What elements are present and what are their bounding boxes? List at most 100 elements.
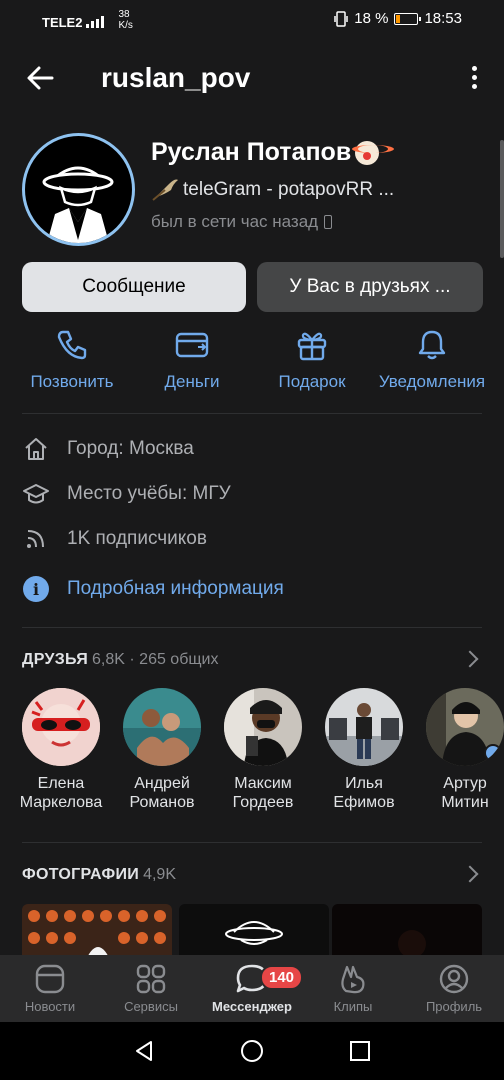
money-label: Деньги: [164, 372, 220, 391]
page-title: ruslan_pov: [101, 62, 251, 93]
status-left: TELE2 38 K/s: [42, 9, 133, 33]
tab-clips[interactable]: Клипы: [303, 963, 403, 1014]
system-recents-icon[interactable]: [348, 1039, 372, 1063]
speed-value: 38: [118, 9, 130, 20]
friend-first-name: Артур: [443, 775, 487, 792]
profile-name-text: Руслан Потапов: [151, 138, 352, 166]
tab-messenger-label: Мессенджер: [212, 999, 292, 1014]
friend-item[interactable]: Максим Гордеев: [213, 688, 313, 812]
battery-percent: 18 %: [354, 10, 389, 27]
school-text: Место учёбы: МГУ: [67, 483, 231, 504]
friend-last-name: Гордеев: [232, 794, 294, 811]
screen: TELE2 38 K/s 18 % 18:53 ruslan_pov Русла…: [0, 0, 504, 1080]
profile-icon: [439, 964, 469, 994]
gift-label: Подарок: [278, 372, 346, 391]
friend-avatar: [325, 688, 403, 766]
system-home-icon[interactable]: [240, 1039, 264, 1063]
back-arrow-icon[interactable]: [24, 62, 56, 94]
carrier-label: TELE2: [42, 14, 83, 30]
tab-services[interactable]: Сервисы: [101, 963, 201, 1014]
friend-avatar: [426, 688, 504, 766]
action-row: Позвонить Деньги Подарок Уведомления: [0, 328, 504, 408]
info-followers[interactable]: 1K подписчиков: [22, 524, 207, 554]
friend-item[interactable]: Андрей Романов: [112, 688, 212, 812]
speed-unit: K/s: [118, 20, 133, 31]
divider: [22, 627, 482, 628]
notifications-action[interactable]: Уведомления: [372, 328, 492, 392]
tab-profile-label: Профиль: [425, 999, 483, 1014]
vibrate-icon: [334, 10, 348, 27]
battery-icon: [394, 12, 422, 25]
tab-profile[interactable]: Профиль: [404, 963, 504, 1014]
profile-status[interactable]: teleGram - potapovRR ...: [151, 178, 394, 202]
home-icon: [22, 435, 50, 463]
status-bar: TELE2 38 K/s 18 % 18:53: [0, 0, 504, 40]
clock: 18:53: [424, 10, 462, 27]
bell-icon: [418, 330, 446, 360]
quill-emoji-icon: [152, 179, 178, 201]
call-label: Позвонить: [30, 372, 114, 391]
system-back-icon[interactable]: [132, 1039, 156, 1063]
call-action[interactable]: Позвонить: [12, 328, 132, 392]
phone-icon: [57, 330, 87, 360]
followers-text: 1K подписчиков: [67, 528, 207, 549]
friend-avatar: [22, 688, 100, 766]
gift-action[interactable]: Подарок: [252, 328, 372, 392]
system-navigation-bar: [0, 1022, 504, 1080]
friend-last-name: Ефимов: [333, 794, 395, 811]
friends-title: ДРУЗЬЯ: [22, 651, 89, 668]
friend-last-name: Маркелова: [19, 794, 103, 811]
status-right: 18 % 18:53: [334, 10, 462, 27]
news-icon: [35, 964, 65, 994]
avatar[interactable]: [22, 133, 135, 246]
friend-item[interactable]: Илья Ефимов: [314, 688, 414, 812]
friend-last-name: Митин: [441, 794, 489, 811]
city-text: Город: Москва: [67, 438, 194, 459]
friend-status-button[interactable]: У Вас в друзьях ...: [257, 262, 483, 312]
photos-chevron-icon[interactable]: [461, 865, 479, 883]
more-menu-icon[interactable]: [468, 64, 480, 92]
tab-services-label: Сервисы: [124, 999, 178, 1014]
services-icon: [136, 964, 166, 994]
money-action[interactable]: Деньги: [132, 328, 252, 392]
last-seen: был в сети час назад: [151, 212, 333, 232]
friends-chevron-icon[interactable]: [461, 650, 479, 668]
friends-header[interactable]: ДРУЗЬЯ 6,8K · 265 общих: [22, 651, 218, 669]
status-text: teleGram - potapovRR ...: [183, 179, 395, 200]
tab-news[interactable]: Новости: [0, 963, 100, 1014]
tab-messenger[interactable]: Мессенджер 140: [202, 963, 304, 1014]
tab-clips-label: Клипы: [333, 999, 373, 1014]
friend-item[interactable]: Артур Митин: [415, 688, 504, 812]
photos-header[interactable]: ФОТОГРАФИИ 4,9K: [22, 866, 176, 884]
info-city: Город: Москва: [22, 434, 194, 464]
friend-avatar: [224, 688, 302, 766]
network-speed: 38 K/s: [118, 9, 132, 31]
signal-icon: [86, 16, 105, 28]
tab-news-label: Новости: [24, 999, 76, 1014]
bottom-tab-bar: Новости Сервисы Мессенджер 140 Клипы Про…: [0, 955, 504, 1022]
profile-name: Руслан Потапов: [151, 138, 395, 167]
friend-last-name: Романов: [129, 794, 195, 811]
photos-title: ФОТОГРАФИИ: [22, 866, 140, 883]
education-cap-icon: [22, 480, 50, 508]
divider: [22, 842, 482, 843]
scrollbar[interactable]: [500, 140, 504, 258]
friend-first-name: Илья: [345, 775, 383, 792]
friend-first-name: Андрей: [134, 775, 190, 792]
info-details[interactable]: i Подробная информация: [22, 574, 284, 604]
hat-man-avatar-icon: [42, 166, 114, 243]
friends-count: 6,8K · 265 общих: [92, 651, 219, 668]
photos-count: 4,9K: [143, 866, 176, 883]
notifications-label: Уведомления: [378, 372, 486, 391]
friend-first-name: Елена: [37, 775, 85, 792]
friend-avatar: [123, 688, 201, 766]
gift-icon: [297, 332, 327, 361]
top-bar: ruslan_pov: [0, 50, 504, 106]
divider: [22, 413, 482, 414]
friend-item[interactable]: Елена Маркелова: [11, 688, 111, 812]
message-button[interactable]: Сообщение: [22, 262, 246, 312]
verified-badge-icon: [484, 744, 502, 762]
last-seen-text: был в сети час назад: [151, 212, 319, 231]
mobile-device-icon: [324, 215, 333, 229]
friends-list: Елена Маркелова Андрей Романов Максим Горде…: [0, 688, 504, 818]
